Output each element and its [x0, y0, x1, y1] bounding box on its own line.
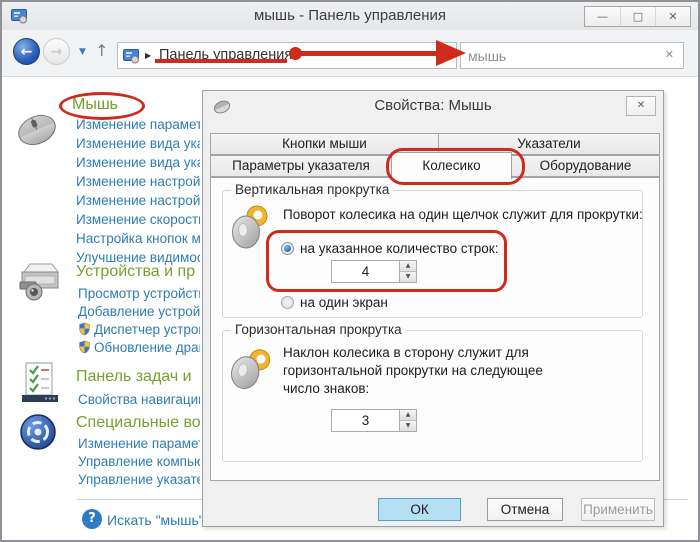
sidebar-link-label: Диспетчер устройс [94, 322, 200, 337]
sidebar-link[interactable]: Управление компьюте [78, 453, 200, 471]
devices-printers-icon [16, 262, 64, 304]
annotation-arrow-head [436, 40, 466, 66]
sidebar-link-label: Обновление драйве [94, 340, 200, 355]
sidebar-link[interactable]: Изменение параметро [78, 435, 200, 453]
mouse-wheel-icon [231, 203, 271, 253]
sidebar-links-taskbar: Свойства навигации [78, 391, 200, 409]
chars-spin-buttons: ▲ ▼ [399, 410, 416, 431]
radio-screen-label: на один экран [300, 295, 388, 310]
sidebar-link[interactable]: Просмотр устройств и [78, 285, 200, 303]
sidebar-link[interactable]: Добавление устройств [78, 303, 200, 321]
sidebar-links-mouse: Изменение параметро Изменение вида указа… [76, 115, 200, 267]
close-button[interactable]: ✕ [655, 7, 690, 26]
breadcrumb[interactable]: Панель управления [159, 43, 292, 68]
mouse-properties-dialog: Свойства: Мышь ✕ Кнопки мыши Указатели П… [202, 90, 664, 527]
horizontal-scroll-group: Горизонтальная прокрутка Наклон колесика… [222, 330, 643, 462]
annotation-circle-mouse [59, 92, 145, 120]
maximize-button[interactable]: □ [620, 7, 655, 26]
chars-spinner: 3 ▲ ▼ [331, 409, 417, 432]
uac-shield-icon [78, 340, 91, 354]
wheel-tab-page: Вертикальная прокрутка Поворот колесика … [210, 177, 660, 481]
control-panel-icon [11, 8, 28, 24]
window-titlebar[interactable]: мышь - Панель управления — □ ✕ [2, 2, 698, 30]
mouse-icon [10, 106, 64, 154]
tab-hardware[interactable]: Оборудование [511, 155, 660, 177]
control-panel-window: мышь - Панель управления — □ ✕ ← → ▼ ↑ ▶ [0, 0, 700, 542]
sidebar-header-taskbar[interactable]: Панель задач и [76, 368, 192, 386]
sidebar-link[interactable]: Изменение вида указа [76, 153, 200, 172]
sidebar-links-ease-of-access: Изменение параметро Управление компьюте … [78, 435, 200, 489]
ok-button[interactable]: ОК [378, 498, 461, 521]
annotation-circle-lines-option [266, 230, 507, 292]
sidebar-link[interactable]: Изменение настройки [76, 172, 200, 191]
control-panel-icon [123, 48, 140, 64]
spin-down-button[interactable]: ▼ [400, 421, 416, 431]
horizontal-scroll-group-title: Горизонтальная прокрутка [231, 322, 406, 337]
sidebar-link[interactable]: Изменение вида указа [76, 134, 200, 153]
breadcrumb-separator-icon: ▶ [145, 51, 151, 60]
dialog-titlebar[interactable]: Свойства: Мышь ✕ [203, 91, 663, 121]
back-button[interactable]: ← [13, 38, 40, 65]
minimize-button[interactable]: — [585, 7, 620, 26]
sidebar-links-devices: Просмотр устройств и Добавление устройст… [78, 285, 200, 357]
dialog-close-button[interactable]: ✕ [626, 96, 656, 116]
sidebar-link[interactable]: Настройка кнопок мы [76, 229, 200, 248]
radio-row-screen[interactable]: на один экран [281, 295, 388, 310]
vertical-scroll-description: Поворот колесика на один щелчок служит д… [283, 207, 643, 222]
sidebar-link-admin[interactable]: Диспетчер устройс [78, 321, 200, 339]
uac-shield-icon [78, 322, 91, 336]
sidebar-link[interactable]: Свойства навигации [78, 391, 200, 409]
radio-screen[interactable] [281, 296, 294, 309]
search-help-link[interactable]: Искать "мышь" в центре спр [107, 512, 202, 528]
up-button[interactable]: ↑ [95, 41, 108, 60]
cancel-button[interactable]: Отмена [487, 498, 563, 521]
tab-pointer-options[interactable]: Параметры указателя [210, 155, 392, 177]
help-icon: ? [82, 509, 102, 529]
dialog-title: Свойства: Мышь [203, 97, 663, 114]
annotation-underline [155, 59, 287, 63]
sidebar-link-admin[interactable]: Обновление драйве [78, 339, 200, 357]
search-clear-icon[interactable]: ✕ [665, 48, 674, 61]
sidebar-link[interactable]: Управление указателе [78, 471, 200, 489]
forward-button[interactable]: → [43, 38, 70, 65]
vertical-scroll-group-title: Вертикальная прокрутка [231, 182, 393, 197]
chars-value[interactable]: 3 [332, 410, 399, 431]
sidebar-header-devices[interactable]: Устройства и пр [76, 263, 195, 281]
search-input[interactable] [468, 44, 653, 67]
apply-button[interactable]: Применить [581, 498, 655, 521]
taskbar-navigation-icon [20, 362, 60, 404]
window-controls: — □ ✕ [584, 6, 691, 27]
annotation-arrow-line [296, 51, 438, 56]
horizontal-scroll-description: Наклон колесика в сторону служит для гор… [283, 344, 543, 398]
sidebar-header-ease-of-access[interactable]: Специальные во [76, 414, 201, 432]
ease-of-access-icon [18, 412, 58, 452]
history-dropdown-icon[interactable]: ▼ [79, 47, 86, 57]
sidebar-link[interactable]: Изменение скорости п [76, 210, 200, 229]
mouse-wheel-tilt-icon [231, 345, 271, 395]
search-box: ✕ [460, 42, 684, 69]
sidebar-link[interactable]: Изменение настройки [76, 191, 200, 210]
spin-up-button[interactable]: ▲ [400, 410, 416, 421]
annotation-circle-wheel-tab [386, 148, 525, 185]
